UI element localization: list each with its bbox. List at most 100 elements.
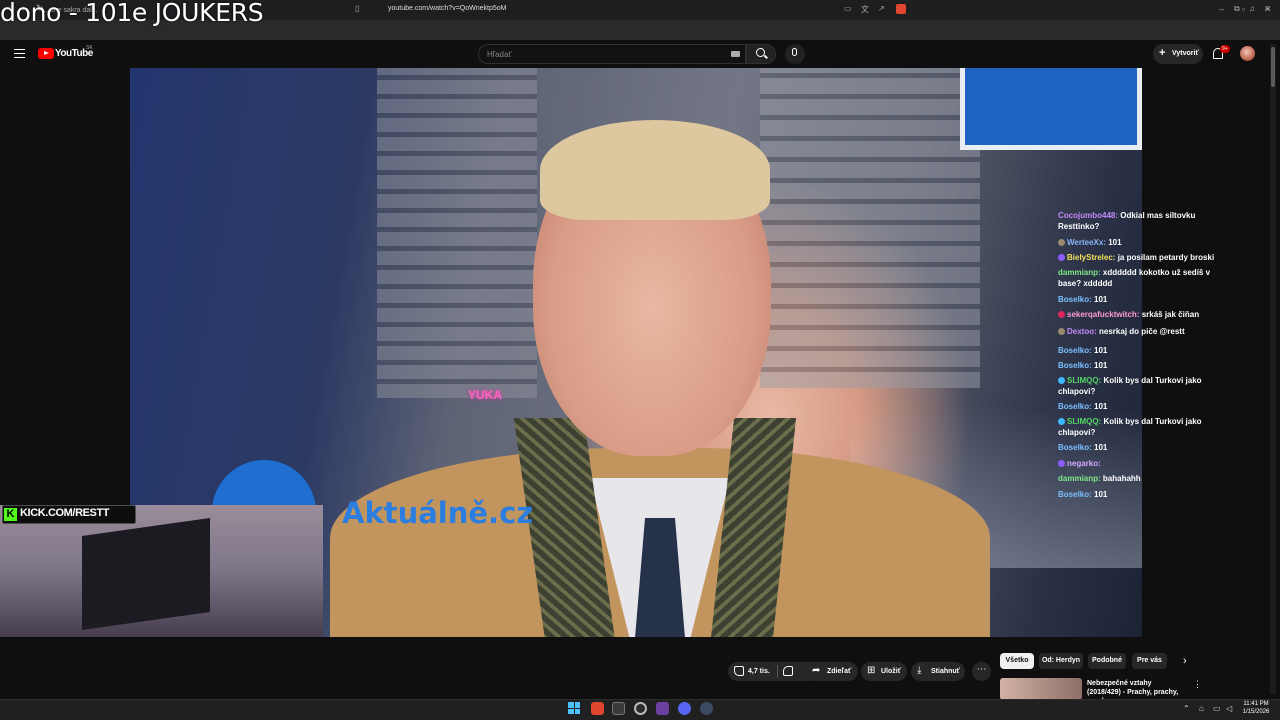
chat-text: 101 (1094, 443, 1108, 452)
video-building-right (760, 68, 980, 388)
chat-username: SLIMQQ: (1067, 376, 1102, 385)
minimize-icon[interactable]: – (1219, 4, 1224, 14)
chat-username: Cocojumbo448: (1058, 211, 1119, 220)
chat-badge-icon (1058, 460, 1065, 467)
chat-username: Boselko: (1058, 295, 1092, 304)
chat-message: BielyStrelec: ja posilam petardy broski (1058, 252, 1233, 263)
chat-text: 101 (1094, 295, 1108, 304)
windows-start-icon[interactable] (568, 702, 580, 714)
chat-message: dammianp: bahahahh (1058, 473, 1233, 484)
bookmark-icon[interactable]: ▯ (355, 4, 359, 13)
chat-username: BielyStrelec: (1067, 253, 1116, 262)
video-store-sign: YUKA (468, 388, 503, 402)
stream-overlay-title: dono - 101e JOUKERS (0, 0, 264, 27)
chat-text: bahahahh (1102, 474, 1141, 483)
chips-next-icon[interactable]: › (1183, 653, 1187, 669)
like-icon[interactable] (734, 666, 744, 676)
chip-filter[interactable]: Všetko (1000, 653, 1034, 669)
chat-username: Boselko: (1058, 346, 1092, 355)
url-text: youtube.com/watch?v=QoWnektp5oM (388, 5, 507, 12)
video-person-hair (540, 120, 770, 220)
plus-icon: + (1159, 47, 1166, 59)
chat-message: Boselko: 101 (1058, 489, 1233, 500)
chip-filter[interactable]: Pre vás (1132, 653, 1167, 669)
obs-icon[interactable] (634, 702, 647, 715)
chat-badge-icon (1058, 377, 1065, 384)
account-avatar[interactable] (1240, 46, 1255, 61)
chat-username: sekerqafucktwitch: (1067, 310, 1140, 319)
chat-message: SLIMQQ: Kolik bys dal Turkovi jako chlap… (1058, 416, 1233, 438)
webcam-tv (82, 518, 210, 630)
youtube-logo-icon[interactable] (38, 48, 54, 59)
display-icon[interactable]: ▭ (1213, 704, 1221, 713)
twitch-icon[interactable] (656, 702, 669, 715)
chat-text: 101 (1094, 346, 1108, 355)
maximize-icon[interactable]: ▫ (1242, 4, 1245, 14)
address-bar[interactable]: youtube.com/watch?v=QoWnektp5oM (370, 2, 910, 17)
chat-badge-icon (1058, 328, 1065, 335)
tray-chevron-icon[interactable]: ⌃ (1183, 704, 1190, 713)
share-icon: ➦ (812, 665, 821, 676)
chat-badge-icon (1058, 418, 1065, 425)
like-divider (777, 665, 778, 678)
media-icon[interactable]: ♫ (1249, 4, 1255, 13)
page-scrollbar-thumb[interactable] (1271, 47, 1275, 87)
chat-message: dammianp: xdddddd kokotko už sedíš v bas… (1058, 267, 1233, 289)
search-icon[interactable] (756, 48, 765, 57)
chat-message: Dextoo: nesrkaj do piče @restt (1058, 326, 1233, 337)
dislike-icon[interactable] (783, 666, 793, 676)
chat-message: WerteeXx: 101 (1058, 237, 1233, 248)
chip-filter[interactable]: Od: Herdyn (1039, 653, 1083, 669)
chat-message: Boselko: 101 (1058, 401, 1233, 412)
video-building-left (377, 68, 537, 398)
page-scrollbar[interactable] (1270, 44, 1276, 694)
clock-date: 1/15/2026 (1242, 709, 1270, 715)
recommendation-more-icon[interactable]: ⋮ (1193, 679, 1202, 690)
chat-badge-icon (1058, 311, 1065, 318)
share-page-icon[interactable]: ↗ (878, 4, 885, 13)
brave-shield-icon[interactable] (896, 4, 906, 14)
chat-message: SLIMQQ: Kolik bys dal Turkovi jako chlap… (1058, 375, 1233, 397)
download-icon: ⤓ (917, 665, 922, 676)
discord-icon[interactable] (678, 702, 691, 715)
chat-message: Boselko: 101 (1058, 294, 1233, 305)
translate-icon[interactable]: 文 (861, 4, 869, 15)
chat-text: 101 (1094, 361, 1108, 370)
extensions-icon[interactable]: ⧉ (1234, 4, 1240, 14)
chat-username: Boselko: (1058, 490, 1092, 499)
chat-username: Dextoo: (1067, 327, 1097, 336)
chat-message: negarko: (1058, 458, 1233, 469)
volume-icon[interactable]: ◁ (1226, 704, 1232, 713)
file-explorer-icon[interactable] (612, 702, 625, 715)
create-label: Vytvoriť (1172, 50, 1199, 57)
taskbar-clock[interactable]: 11:41 PM 1/15/2026 (1238, 700, 1274, 716)
chat-username: dammianp: (1058, 268, 1101, 277)
video-watermark: Aktuálně.cz (342, 496, 534, 530)
recommendation-thumbnail[interactable] (1000, 678, 1082, 700)
chat-message: Boselko: 101 (1058, 360, 1233, 371)
chip-filter[interactable]: Podobné (1088, 653, 1126, 669)
more-actions-button[interactable]: ⋯ (972, 662, 991, 681)
microphone-icon[interactable] (792, 48, 797, 56)
network-icon[interactable]: ⌂ (1199, 704, 1204, 713)
cast-icon[interactable]: ▭ (844, 4, 852, 13)
notification-count-badge: 9+ (1220, 45, 1230, 53)
chat-message: Cocojumbo448: Odkial mas siltovku Restti… (1058, 210, 1233, 232)
settings-icon[interactable] (700, 702, 713, 715)
chat-badge-icon (1058, 239, 1065, 246)
search-placeholder: Hľadať (487, 50, 512, 59)
chat-text: 101 (1108, 238, 1122, 247)
video-road-sign (960, 68, 1142, 150)
chat-username: SLIMQQ: (1067, 417, 1102, 426)
browser-menu-icon[interactable]: ≡ (1265, 4, 1270, 13)
keyboard-icon[interactable] (731, 51, 740, 57)
kick-url: KICK.COM/RESTT (20, 507, 110, 519)
hamburger-menu-icon[interactable] (14, 49, 25, 58)
chat-username: negarko: (1067, 459, 1101, 468)
chat-username: Boselko: (1058, 361, 1092, 370)
chat-badge-icon (1058, 254, 1065, 261)
chat-text: ja posilam petardy broski (1117, 253, 1215, 262)
brave-browser-icon[interactable] (591, 702, 604, 715)
search-input[interactable]: Hľadať (478, 44, 746, 64)
save-icon: ⊞ (867, 665, 876, 676)
